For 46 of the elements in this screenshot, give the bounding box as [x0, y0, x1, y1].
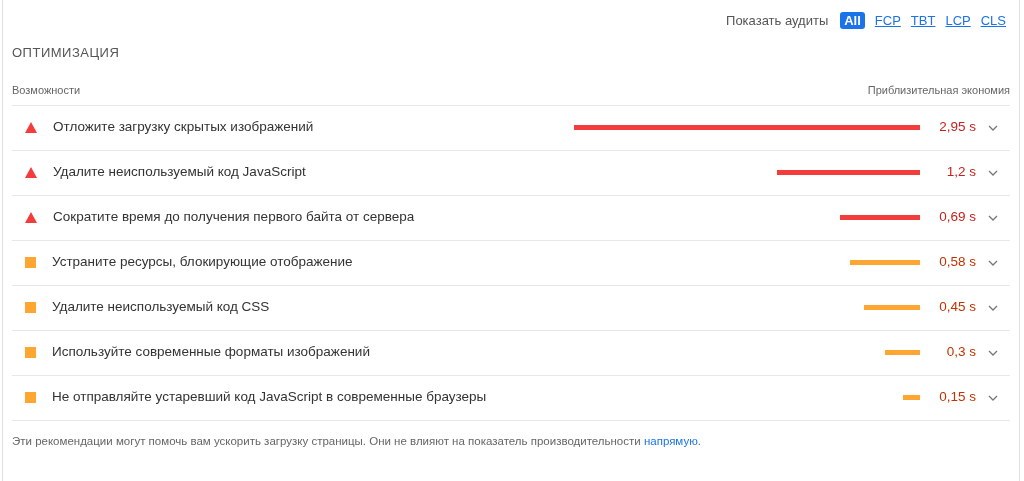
audit-row[interactable]: Удалите неиспользуемый код JavaScript 1,2 s — [12, 150, 1010, 196]
audit-row[interactable]: Отложите загрузку скрытых изображений 2,95 s — [12, 105, 1010, 151]
square-icon — [25, 392, 36, 403]
savings-value: 0,45 s — [938, 298, 976, 317]
filter-tab[interactable]: FCP — [874, 12, 901, 30]
audit-title: Устраните ресурсы, блокирующие отображение — [52, 253, 353, 272]
savings-value: 0,58 s — [938, 253, 976, 272]
square-icon — [25, 257, 36, 268]
chevron-icon[interactable] — [988, 304, 998, 311]
chevron-icon[interactable] — [988, 349, 998, 356]
filter-tab[interactable]: CLS — [980, 12, 1006, 30]
chevron-icon[interactable] — [988, 124, 998, 131]
column-header: Приблизительная экономия — [867, 83, 1010, 98]
audit-title: Удалите неиспользуемый код CSS — [52, 298, 270, 317]
audit-row[interactable]: Не отправляйте устаревший код JavaScript в современные браузеры 0,15 s — [12, 375, 1010, 421]
audit-row[interactable]: Устраните ресурсы, блокирующие отображение 0,58 s — [12, 240, 1010, 286]
warning-triangle-icon — [25, 212, 37, 223]
savings-value: 2,95 s — [938, 118, 976, 137]
warning-triangle-icon — [25, 122, 37, 133]
savings-value: 0,3 s — [945, 343, 976, 362]
audit-title: Не отправляйте устаревший код JavaScript в современные браузеры — [52, 388, 487, 407]
audit-row[interactable]: Сократите время до получения первого байта от сервера 0,69 s — [12, 195, 1010, 241]
filter-tab[interactable]: All — [840, 12, 865, 30]
audit-row[interactable]: Используйте современные форматы изображений 0,3 s — [12, 330, 1010, 376]
savings-value: 0,15 s — [938, 388, 976, 407]
chevron-icon[interactable] — [988, 259, 998, 266]
square-icon — [25, 347, 36, 358]
square-icon — [25, 302, 36, 313]
chevron-icon[interactable] — [988, 214, 998, 221]
footer-note: Эти рекомендации могут помочь вам ускорить загрузку страницы. Они не влияют на показатель производительности напрямую. — [12, 433, 702, 449]
filter-label: Показать аудиты — [726, 12, 829, 30]
chevron-icon[interactable] — [988, 394, 998, 401]
audit-title: Удалите неиспользуемый код JavaScript — [53, 163, 306, 182]
filter-tab[interactable]: TBT — [910, 12, 936, 30]
footer-link[interactable]: напрямую — [643, 434, 698, 447]
chevron-icon[interactable] — [988, 169, 998, 176]
section-title: ОПТИМИЗАЦИЯ — [12, 43, 121, 62]
warning-triangle-icon — [25, 167, 37, 178]
audit-title: Используйте современные форматы изображений — [52, 343, 370, 362]
filter-tab[interactable]: LCP — [945, 12, 971, 30]
savings-value: 0,69 s — [938, 208, 976, 227]
savings-value: 1,2 s — [945, 163, 976, 182]
column-header: Возможности — [12, 83, 81, 98]
audit-title: Сократите время до получения первого байта от сервера — [53, 208, 415, 227]
audit-row[interactable]: Удалите неиспользуемый код CSS 0,45 s — [12, 285, 1010, 331]
audit-title: Отложите загрузку скрытых изображений — [53, 118, 314, 137]
